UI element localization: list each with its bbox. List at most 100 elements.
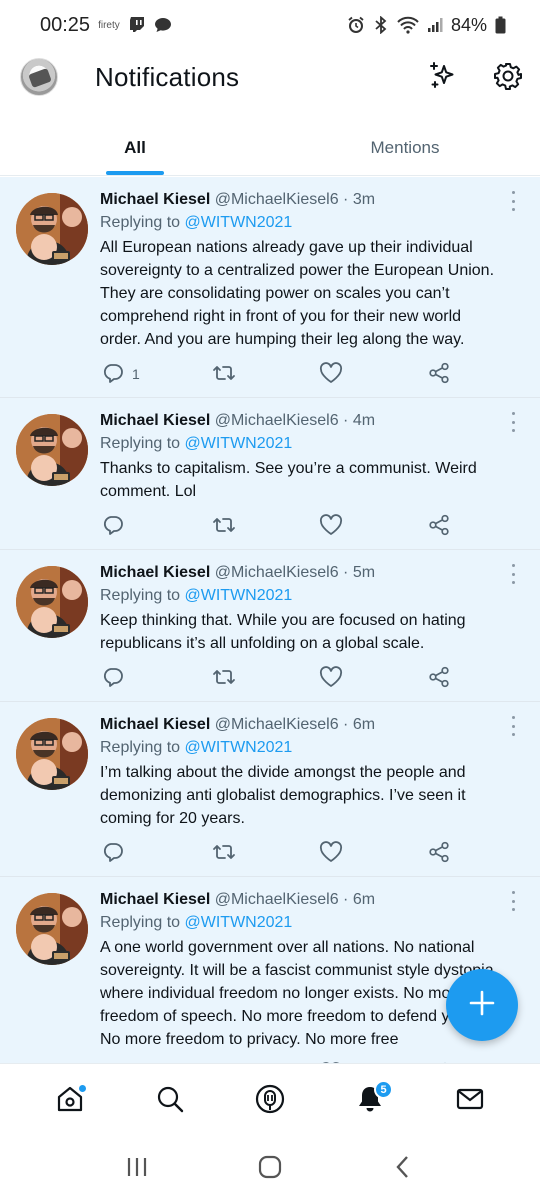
replying-to-link[interactable]: @WITWN2021	[185, 914, 293, 931]
retweet-button[interactable]	[212, 514, 236, 539]
nav-notifications[interactable]: 5	[345, 1076, 395, 1126]
share-icon	[428, 666, 450, 691]
tweet-text: All European nations already gave up the…	[100, 239, 495, 348]
alarm-icon	[347, 16, 365, 34]
app-header: Notifications	[0, 50, 540, 116]
nav-messages[interactable]	[445, 1076, 495, 1126]
tab-all[interactable]: All	[0, 120, 270, 175]
replying-to-link[interactable]: @WITWN2021	[185, 435, 293, 452]
author-avatar[interactable]	[16, 193, 88, 265]
compose-button[interactable]	[446, 969, 518, 1041]
author-name[interactable]: Michael Kiesel	[100, 191, 210, 208]
more-options-button[interactable]	[506, 891, 520, 911]
tweet-time: 4m	[352, 412, 376, 429]
like-button[interactable]	[319, 361, 343, 387]
tweet-actions	[100, 655, 524, 701]
share-button[interactable]	[428, 841, 450, 866]
tab-mentions[interactable]: Mentions	[270, 120, 540, 175]
retweet-icon	[212, 362, 236, 387]
meta-separator: ·	[343, 412, 349, 429]
replying-to-link[interactable]: @WITWN2021	[185, 214, 293, 231]
retweet-button[interactable]	[212, 362, 236, 387]
retweet-button[interactable]	[212, 841, 236, 866]
recents-button[interactable]	[107, 1149, 167, 1189]
tweet-item[interactable]: Michael Kiesel @MichaelKiesel6 · 6m Reply…	[0, 877, 540, 1063]
sparkle-icon	[427, 60, 459, 97]
home-new-indicator	[78, 1084, 87, 1093]
like-button[interactable]	[319, 513, 343, 539]
author-avatar[interactable]	[16, 414, 88, 486]
author-avatar[interactable]	[16, 566, 88, 638]
share-icon	[428, 514, 450, 539]
status-bar: 00:25 firety 84%	[0, 0, 540, 50]
meta-separator: ·	[343, 564, 349, 581]
replying-to-label: Replying to	[100, 587, 181, 604]
home-circle-icon	[257, 1154, 283, 1185]
author-name[interactable]: Michael Kiesel	[100, 412, 210, 429]
share-button[interactable]	[428, 362, 450, 387]
bottom-nav: 5	[0, 1063, 540, 1138]
like-button[interactable]	[319, 840, 343, 866]
profile-avatar[interactable]	[20, 58, 58, 96]
spaces-icon	[254, 1083, 286, 1120]
status-app-label: firety	[98, 19, 120, 31]
share-button[interactable]	[428, 666, 450, 691]
like-button[interactable]	[319, 665, 343, 691]
author-name[interactable]: Michael Kiesel	[100, 716, 210, 733]
notification-tabs: All Mentions	[0, 120, 540, 176]
tweet-actions	[100, 830, 524, 876]
author-handle: @MichaelKiesel6	[214, 191, 339, 208]
more-options-button[interactable]	[506, 412, 520, 432]
author-avatar[interactable]	[16, 718, 88, 790]
tweet-item[interactable]: Michael Kiesel @MichaelKiesel6 · 3m Reply…	[0, 177, 540, 398]
more-options-button[interactable]	[506, 716, 520, 736]
heart-icon	[319, 665, 343, 691]
bluetooth-icon	[373, 16, 389, 34]
nav-spaces[interactable]	[245, 1076, 295, 1126]
tweet-item[interactable]: Michael Kiesel @MichaelKiesel6 · 6m Reply…	[0, 702, 540, 877]
nav-home[interactable]	[45, 1076, 95, 1126]
page-title: Notifications	[95, 62, 240, 92]
notifications-feed[interactable]: Michael Kiesel @MichaelKiesel6 · 3m Reply…	[0, 177, 540, 1063]
heart-icon	[319, 361, 343, 387]
share-icon	[428, 841, 450, 866]
reply-button[interactable]	[102, 841, 132, 866]
reply-button[interactable]: 1	[102, 362, 140, 387]
retweet-icon	[212, 666, 236, 691]
nav-search[interactable]	[145, 1076, 195, 1126]
recents-icon	[125, 1156, 149, 1183]
tweet-time: 5m	[352, 564, 376, 581]
tweet-item[interactable]: Michael Kiesel @MichaelKiesel6 · 5m Reply…	[0, 550, 540, 702]
reply-icon	[102, 841, 124, 866]
heart-icon	[319, 513, 343, 539]
replying-to-link[interactable]: @WITWN2021	[185, 587, 293, 604]
author-avatar[interactable]	[16, 893, 88, 965]
chat-icon	[154, 16, 172, 34]
reply-button[interactable]	[102, 666, 132, 691]
settings-button[interactable]	[488, 58, 528, 98]
wifi-icon	[397, 16, 419, 34]
reply-button[interactable]	[102, 514, 132, 539]
more-options-button[interactable]	[506, 564, 520, 584]
author-handle: @MichaelKiesel6	[214, 412, 339, 429]
replying-to-link[interactable]: @WITWN2021	[185, 739, 293, 756]
author-name[interactable]: Michael Kiesel	[100, 891, 210, 908]
author-name[interactable]: Michael Kiesel	[100, 564, 210, 581]
battery-percent: 84%	[450, 14, 487, 35]
active-tab-indicator	[106, 171, 164, 175]
status-time: 00:25	[40, 13, 91, 36]
author-handle: @MichaelKiesel6	[214, 891, 339, 908]
home-system-button[interactable]	[240, 1149, 300, 1189]
more-options-button[interactable]	[506, 191, 520, 211]
share-button[interactable]	[428, 514, 450, 539]
back-button[interactable]	[373, 1149, 433, 1189]
tweet-time: 6m	[352, 716, 376, 733]
meta-separator: ·	[343, 891, 349, 908]
retweet-icon	[212, 841, 236, 866]
retweet-button[interactable]	[212, 666, 236, 691]
plus-icon	[467, 988, 497, 1023]
tweet-item[interactable]: Michael Kiesel @MichaelKiesel6 · 4m Reply…	[0, 398, 540, 550]
back-chevron-icon	[393, 1155, 413, 1184]
sparkle-button[interactable]	[423, 58, 463, 98]
reply-count: 1	[132, 366, 140, 382]
